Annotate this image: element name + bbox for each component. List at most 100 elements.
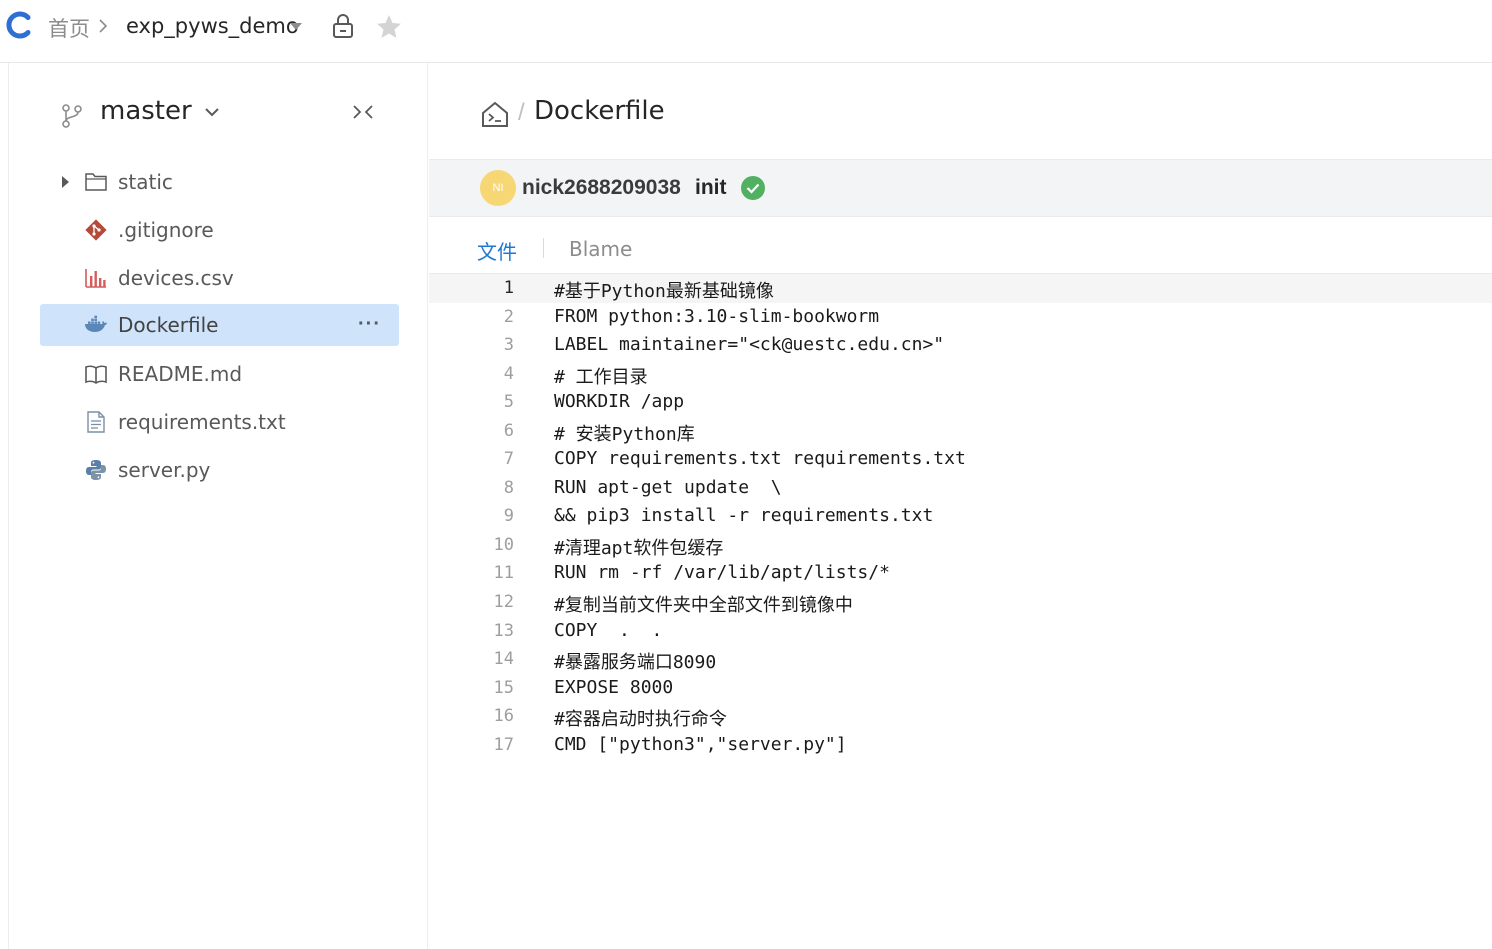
tree-item-label: .gitignore: [118, 218, 214, 242]
docker-icon: [85, 315, 107, 332]
tree-item-label: static: [118, 170, 173, 194]
code-text: COPY . .: [554, 619, 663, 641]
line-number[interactable]: 5: [469, 392, 514, 412]
file-viewer: / Dockerfile NI nick2688209038 init 文件 B…: [429, 63, 1492, 949]
repo-home-icon[interactable]: [480, 100, 510, 128]
line-number[interactable]: 16: [469, 706, 514, 726]
breadcrumb-repo[interactable]: exp_pyws_demo: [126, 14, 299, 38]
path-separator: /: [518, 99, 525, 126]
line-number[interactable]: 8: [469, 478, 514, 498]
line-number[interactable]: 3: [469, 335, 514, 355]
line-number[interactable]: 9: [469, 506, 514, 526]
line-number[interactable]: 1: [469, 278, 514, 298]
file-path-title: Dockerfile: [534, 96, 665, 126]
code-line[interactable]: 14 #暴露服务端口8090: [429, 645, 1492, 674]
code-line[interactable]: 4 # 工作目录: [429, 360, 1492, 389]
top-bar: 首页 exp_pyws_demo: [0, 0, 1492, 63]
tree-item-label: Dockerfile: [118, 313, 219, 337]
code-line[interactable]: 1 #基于Python最新基础镜像: [429, 274, 1492, 303]
tree-item-static[interactable]: static: [40, 161, 399, 203]
book-icon: [85, 365, 107, 384]
code-text: COPY requirements.txt requirements.txt: [554, 448, 966, 470]
code-line[interactable]: 17 CMD ["python3","server.py"]: [429, 731, 1492, 760]
code-text: #复制当前文件夹中全部文件到镜像中: [554, 595, 853, 617]
line-number[interactable]: 13: [469, 621, 514, 641]
code-text: FROM python:3.10-slim-bookworm: [554, 305, 880, 327]
file-tree-sidebar: master static .gitignore devices.csv Doc…: [8, 63, 428, 949]
chevron-down-icon[interactable]: [203, 105, 221, 119]
logo-c-icon[interactable]: [4, 10, 34, 40]
tab-blame[interactable]: Blame: [569, 237, 632, 261]
tab-divider: [543, 238, 544, 258]
line-number[interactable]: 12: [469, 592, 514, 612]
tree-item-label: devices.csv: [118, 266, 234, 290]
code-line[interactable]: 15 EXPOSE 8000: [429, 674, 1492, 703]
commit-message[interactable]: init: [695, 176, 727, 200]
line-number[interactable]: 15: [469, 678, 514, 698]
code-text: #基于Python最新基础镜像: [554, 281, 774, 302]
code-line[interactable]: 16 #容器启动时执行命令: [429, 702, 1492, 731]
line-number[interactable]: 7: [469, 449, 514, 469]
line-number[interactable]: 14: [469, 649, 514, 669]
code-text: RUN rm -rf /var/lib/apt/lists/*: [554, 562, 890, 584]
caret-down-icon[interactable]: [288, 20, 304, 32]
code-line[interactable]: 11 RUN rm -rf /var/lib/apt/lists/*: [429, 559, 1492, 588]
avatar[interactable]: NI: [480, 170, 516, 206]
check-circle-icon[interactable]: [740, 175, 766, 201]
code-text: RUN apt-get update \: [554, 476, 782, 498]
code-text: WORKDIR /app: [554, 391, 685, 413]
tab-file[interactable]: 文件: [477, 236, 517, 265]
code-line[interactable]: 9 && pip3 install -r requirements.txt: [429, 502, 1492, 531]
lock-icon[interactable]: [330, 12, 356, 40]
tree-item-devices-csv[interactable]: devices.csv: [40, 257, 399, 299]
tree-item-gitignore[interactable]: .gitignore: [40, 209, 399, 251]
code-text: # 工作目录: [554, 366, 648, 388]
more-options-icon[interactable]: ···: [358, 314, 381, 334]
breadcrumb-home[interactable]: 首页: [48, 13, 90, 43]
tree-item-readme[interactable]: README.md: [40, 353, 399, 395]
python-icon: [86, 460, 106, 480]
code-text: && pip3 install -r requirements.txt: [554, 505, 934, 527]
star-icon[interactable]: [374, 12, 404, 42]
tree-item-dockerfile[interactable]: Dockerfile ···: [40, 304, 399, 346]
code-text: #容器启动时执行命令: [554, 709, 727, 731]
collapse-sidebar-icon[interactable]: [350, 101, 376, 123]
code-text: LABEL maintainer="<ck@uestc.edu.cn>": [554, 334, 945, 356]
line-number[interactable]: 10: [469, 535, 514, 555]
tree-item-requirements[interactable]: requirements.txt: [40, 401, 399, 443]
branch-selector[interactable]: master: [100, 96, 192, 126]
commit-author[interactable]: nick2688209038: [522, 176, 681, 200]
code-text: #清理apt软件包缓存: [554, 537, 724, 559]
code-line[interactable]: 2 FROM python:3.10-slim-bookworm: [429, 303, 1492, 332]
code-line[interactable]: 7 COPY requirements.txt requirements.txt: [429, 445, 1492, 474]
code-line[interactable]: 5 WORKDIR /app: [429, 388, 1492, 417]
tree-item-label: requirements.txt: [118, 410, 286, 434]
code-text: #暴露服务端口8090: [554, 652, 717, 674]
bar-chart-icon: [85, 269, 106, 288]
code-line[interactable]: 6 # 安装Python库: [429, 417, 1492, 446]
folder-icon: [85, 173, 107, 191]
git-branch-icon: [62, 104, 82, 128]
code-view[interactable]: 1 #基于Python最新基础镜像 2 FROM python:3.10-slim-b…: [429, 274, 1492, 759]
code-line[interactable]: 3 LABEL maintainer="<ck@uestc.edu.cn>": [429, 331, 1492, 360]
text-file-icon: [87, 411, 105, 433]
line-number[interactable]: 6: [469, 421, 514, 441]
code-line[interactable]: 12 #复制当前文件夹中全部文件到镜像中: [429, 588, 1492, 617]
git-icon: [85, 219, 107, 241]
line-number[interactable]: 17: [469, 735, 514, 755]
line-number[interactable]: 11: [469, 563, 514, 583]
line-number[interactable]: 2: [469, 307, 514, 327]
tree-item-server-py[interactable]: server.py: [40, 449, 399, 491]
code-text: EXPOSE 8000: [554, 676, 674, 698]
tree-item-label: server.py: [118, 458, 211, 482]
code-text: # 安装Python库: [554, 423, 695, 445]
code-line[interactable]: 13 COPY . .: [429, 617, 1492, 646]
line-number[interactable]: 4: [469, 364, 514, 384]
view-tabs: 文件 Blame: [429, 217, 1492, 274]
last-commit-bar: NI nick2688209038 init: [429, 159, 1492, 217]
chevron-right-icon: [99, 19, 108, 33]
tree-item-label: README.md: [118, 362, 243, 386]
caret-right-icon[interactable]: [60, 175, 70, 189]
code-line[interactable]: 10 #清理apt软件包缓存: [429, 531, 1492, 560]
code-line[interactable]: 8 RUN apt-get update \: [429, 474, 1492, 503]
